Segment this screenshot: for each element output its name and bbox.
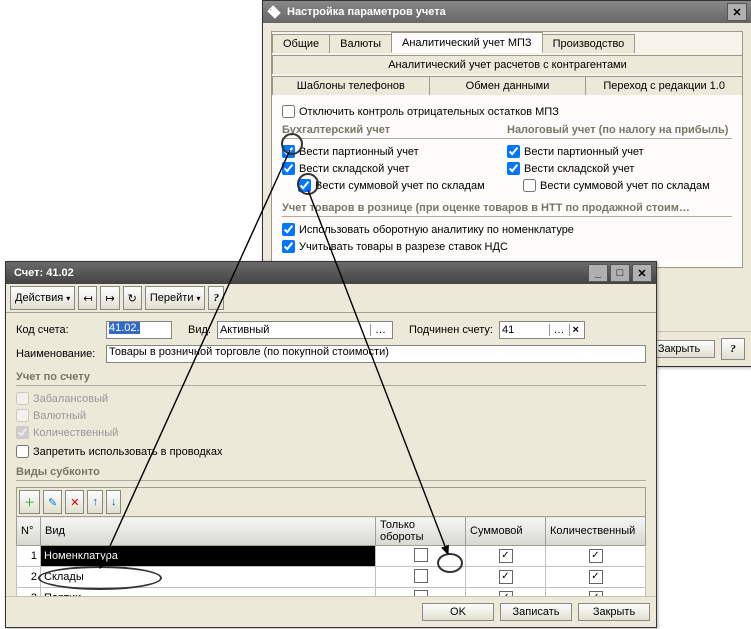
chk-bu-party[interactable]: Вести партионный учет [282, 145, 507, 158]
chk-nu-warehouse[interactable]: Вести складской учет [507, 162, 732, 175]
bu-title: Бухгалтерский учет [282, 124, 507, 136]
tab-production[interactable]: Производство [542, 34, 636, 53]
col-sum[interactable]: Суммовой [466, 517, 546, 546]
chk-currency[interactable]: Валютный [16, 409, 646, 422]
nu-title: Налоговый учет (по налогу на прибыль) [507, 124, 732, 136]
grid-del-icon[interactable]: ✕ [65, 490, 84, 514]
grid-edit-icon[interactable]: ✎ [43, 490, 62, 514]
clear-icon[interactable]: × [569, 324, 582, 336]
close-icon[interactable]: ✕ [727, 3, 747, 21]
account-write-button[interactable]: Записать [500, 603, 572, 621]
account-button-row: OK Записать Закрыть [6, 596, 656, 627]
parent-combo[interactable]: 41…× [499, 321, 585, 339]
col-kind[interactable]: Вид [41, 517, 376, 546]
chk-bu-warehouse[interactable]: Вести складской учет [282, 162, 507, 175]
chk-prohibit[interactable]: Запретить использовать в проводках [16, 445, 646, 458]
tag-icon [267, 5, 281, 19]
actions-menu[interactable]: Действия [10, 286, 75, 310]
account-content: Код счета: 41.02. Вид: Активный… Подчине… [6, 313, 656, 617]
account-props-title: Учет по счету [16, 371, 646, 386]
account-close-button[interactable]: Закрыть [578, 603, 650, 621]
lbl-name: Наименование: [16, 348, 106, 360]
minimize-icon[interactable]: _ [588, 264, 608, 282]
lbl-parent: Подчинен счету: [409, 324, 493, 336]
code-input[interactable]: 41.02. [106, 321, 172, 339]
tab-phone-templates[interactable]: Шаблоны телефонов [272, 76, 430, 95]
account-toolbar: Действия ↤ ↦ ↻ Перейти ? [6, 284, 656, 313]
retail-title: Учет товаров в рознице (при оценке товар… [282, 202, 732, 217]
tab-currencies[interactable]: Валюты [329, 34, 392, 53]
chk-nu-sum[interactable]: Вести суммовой учет по складам [523, 179, 732, 192]
chk-quantity[interactable]: Количественный [16, 426, 646, 439]
table-row[interactable]: 1Номенклатура✓✓ [17, 546, 646, 567]
grid-down-icon[interactable]: ↓ [106, 490, 122, 514]
maximize-icon[interactable]: □ [610, 264, 630, 282]
account-titlebar: Счет: 41.02 _ □ ✕ [6, 262, 656, 284]
chk-offbalance[interactable]: Забалансовый [16, 392, 646, 405]
col-n[interactable]: N° [17, 517, 41, 546]
tab-analytics-mpz[interactable]: Аналитический учет МПЗ [391, 32, 543, 53]
grid-up-icon[interactable]: ↑ [87, 490, 103, 514]
kind-combo[interactable]: Активный… [217, 321, 393, 339]
tb-forward[interactable]: ↦ [100, 286, 119, 310]
col-turn[interactable]: Только обороты [376, 517, 466, 546]
chk-nu-party[interactable]: Вести партионный учет [507, 145, 732, 158]
account-ok-button[interactable]: OK [422, 603, 494, 621]
accounting-group-titles: Бухгалтерский учет Налоговый учет (по на… [282, 124, 732, 139]
lbl-kind: Вид: [188, 324, 211, 336]
goto-menu[interactable]: Перейти [145, 286, 206, 310]
grid-add-icon[interactable]: ＋ [19, 490, 40, 514]
tab-data-exchange[interactable]: Обмен данными [429, 76, 587, 95]
close-icon[interactable]: ✕ [632, 264, 652, 282]
dots-icon[interactable]: … [549, 324, 569, 336]
tab-body: Отключить контроль отрицательных остатко… [272, 94, 742, 267]
chk-disable-negative[interactable]: Отключить контроль отрицательных остатко… [282, 105, 732, 118]
chk-retail-2[interactable]: Учитывать товары в разрезе ставок НДС [282, 240, 732, 253]
help-button[interactable]: ? [208, 286, 224, 310]
settings-titlebar: Настройка параметров учета ✕ [263, 1, 751, 23]
tabs-frame: Общие Валюты Аналитический учет МПЗ Прои… [271, 31, 743, 268]
col-qty[interactable]: Количественный [546, 517, 646, 546]
chk-bu-sum[interactable]: Вести суммовой учет по складам [298, 179, 507, 192]
tb-back[interactable]: ↤ [78, 286, 97, 310]
dots-icon[interactable]: … [370, 324, 390, 336]
grid-toolbar: ＋ ✎ ✕ ↑ ↓ [16, 487, 646, 516]
settings-content: Общие Валюты Аналитический учет МПЗ Прои… [263, 23, 751, 276]
settings-title: Настройка параметров учета [287, 6, 446, 18]
tab-general[interactable]: Общие [272, 34, 330, 53]
tb-refresh[interactable]: ↻ [123, 286, 142, 310]
tab-migrate[interactable]: Переход с редакции 1.0 [585, 76, 743, 95]
tab-analytics-contragents[interactable]: Аналитический учет расчетов с контрагент… [272, 55, 743, 74]
chk-retail-1[interactable]: Использовать оборотную аналитику по номе… [282, 223, 732, 236]
subkonto-title: Виды субконто [16, 466, 646, 481]
account-title: Счет: 41.02 [14, 267, 74, 279]
lbl-code: Код счета: [16, 324, 106, 336]
table-row[interactable]: 2Склады✓✓ [17, 567, 646, 588]
account-window: Счет: 41.02 _ □ ✕ Действия ↤ ↦ ↻ Перейти… [5, 261, 657, 628]
name-input[interactable]: Товары в розничной торговле (по покупной… [106, 345, 646, 363]
help-button[interactable]: ? [721, 338, 745, 360]
